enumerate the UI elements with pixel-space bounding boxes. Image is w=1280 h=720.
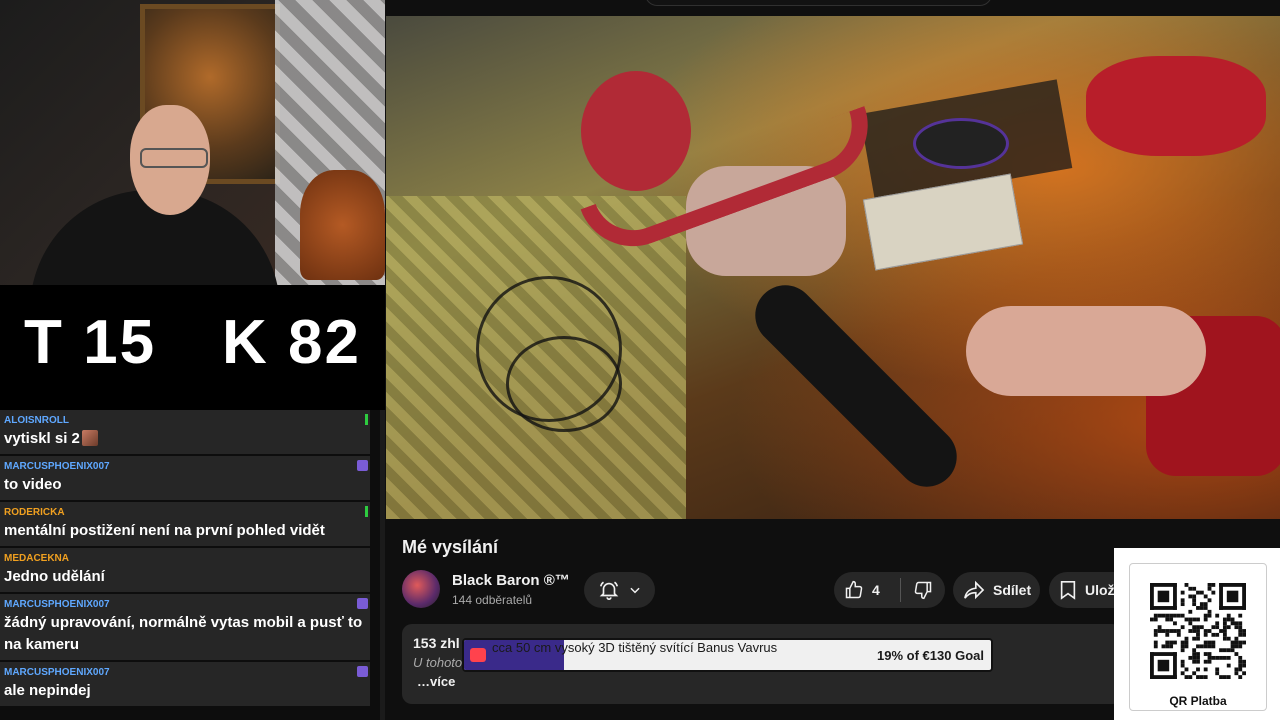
black-tool bbox=[742, 272, 970, 500]
chat-message: MARCUSPHOENIX007 to video bbox=[0, 456, 370, 502]
score-t: T 15 bbox=[24, 308, 157, 377]
status-indicator bbox=[365, 506, 368, 517]
chat-message: ALOISNROLL vytiskl si 2 bbox=[0, 410, 370, 456]
chat-text-content: mentální postižení není na první pohled … bbox=[4, 522, 325, 539]
chat-text-content: žádný upravování, normálně vytas mobil a… bbox=[4, 614, 363, 653]
status-indicator bbox=[365, 414, 368, 425]
chat-text-content: ale nepindej bbox=[4, 682, 91, 699]
red-doll bbox=[581, 71, 691, 191]
show-more-link[interactable]: …více bbox=[417, 674, 455, 689]
chat-message: MARCUSPHOENIX007 žádný upravování, normál… bbox=[0, 594, 370, 662]
gaming-mouse bbox=[916, 121, 1006, 166]
plush-toy bbox=[300, 170, 385, 280]
description-preview: U tohoto bbox=[413, 655, 463, 670]
goal-amount: 19% of €130 Goal bbox=[877, 648, 984, 663]
chat-message: MEDACEKNA Jedno udělání bbox=[0, 548, 370, 594]
webcam-feed bbox=[0, 0, 385, 285]
chat-list: ALOISNROLL vytiskl si 2 MARCUSPHOENIX007 to… bbox=[0, 410, 385, 708]
bookmark-icon bbox=[1059, 580, 1077, 600]
qr-code bbox=[1150, 583, 1246, 679]
chat-text-content: vytiskl si 2 bbox=[4, 430, 80, 447]
chat-text: vytiskl si 2 bbox=[4, 428, 364, 450]
bell-icon bbox=[598, 579, 620, 601]
chat-username[interactable]: RODERICKA bbox=[4, 506, 364, 520]
channel-name[interactable]: Black Baron ®™ bbox=[452, 572, 570, 589]
chat-username[interactable]: MARCUSPHOENIX007 bbox=[4, 666, 364, 680]
emote-icon bbox=[81, 430, 98, 446]
glasses bbox=[140, 148, 208, 168]
subscriber-badge-icon bbox=[357, 666, 368, 677]
score-k: K 82 bbox=[222, 308, 361, 377]
like-button[interactable]: 4 bbox=[834, 572, 900, 608]
notification-bell-button[interactable] bbox=[584, 572, 655, 608]
scoreboard: T 15 K 82 bbox=[0, 285, 385, 410]
dislike-button[interactable] bbox=[901, 572, 945, 608]
chat-text-content: to video bbox=[4, 476, 62, 493]
thumbs-up-icon bbox=[844, 580, 864, 600]
chat-text: mentální postižení není na první pohled … bbox=[4, 520, 364, 542]
chat-text: ale nepindej bbox=[4, 680, 364, 702]
chevron-down-icon bbox=[628, 583, 642, 597]
subscriber-count: 144 odběratelů bbox=[452, 593, 533, 607]
cable bbox=[506, 336, 622, 432]
share-label: Sdílet bbox=[993, 582, 1032, 598]
donation-goal-bar: cca 50 cm vysoký 3D tištěný svítící Banu… bbox=[462, 638, 993, 672]
chat-username[interactable]: MARCUSPHOENIX007 bbox=[4, 598, 364, 612]
chat-text-content: Jedno udělání bbox=[4, 568, 105, 585]
chat-text: to video bbox=[4, 474, 364, 496]
chat-text: Jedno udělání bbox=[4, 566, 364, 588]
subscriber-badge-icon bbox=[357, 598, 368, 609]
patreon-icon bbox=[470, 648, 486, 662]
view-count: 153 zhl bbox=[413, 635, 460, 651]
chat-message: RODERICKA mentální postižení není na prvn… bbox=[0, 502, 370, 548]
share-button[interactable]: Sdílet bbox=[953, 572, 1040, 608]
like-count: 4 bbox=[872, 582, 880, 598]
share-icon bbox=[963, 580, 985, 600]
save-label: Ulož bbox=[1085, 582, 1115, 598]
santa-figure bbox=[1086, 56, 1266, 156]
thumbs-down-icon bbox=[913, 580, 933, 600]
qr-label: QR Platba bbox=[1169, 694, 1227, 708]
chat-text: žádný upravování, normálně vytas mobil a… bbox=[4, 612, 364, 656]
video-player[interactable] bbox=[386, 16, 1280, 519]
avatar[interactable] bbox=[402, 570, 440, 608]
hand bbox=[966, 306, 1206, 396]
qr-frame: QR Platba bbox=[1129, 563, 1267, 711]
chat-username[interactable]: MARCUSPHOENIX007 bbox=[4, 460, 364, 474]
search-bar-edge[interactable] bbox=[645, 0, 992, 6]
chat-username[interactable]: ALOISNROLL bbox=[4, 414, 364, 428]
subscriber-badge-icon bbox=[357, 460, 368, 471]
chat-message: MARCUSPHOENIX007 ale nepindej bbox=[0, 662, 370, 708]
chat-scrollbar[interactable] bbox=[380, 410, 385, 720]
chat-panel: ALOISNROLL vytiskl si 2 MARCUSPHOENIX007 to… bbox=[0, 410, 385, 720]
qr-payment-panel: QR Platba bbox=[1114, 548, 1280, 720]
like-dislike-group: 4 bbox=[834, 572, 945, 608]
goal-title: cca 50 cm vysoký 3D tištěný svítící Banu… bbox=[492, 640, 778, 655]
chat-username[interactable]: MEDACEKNA bbox=[4, 552, 364, 566]
video-title: Mé vysílání bbox=[402, 537, 499, 557]
